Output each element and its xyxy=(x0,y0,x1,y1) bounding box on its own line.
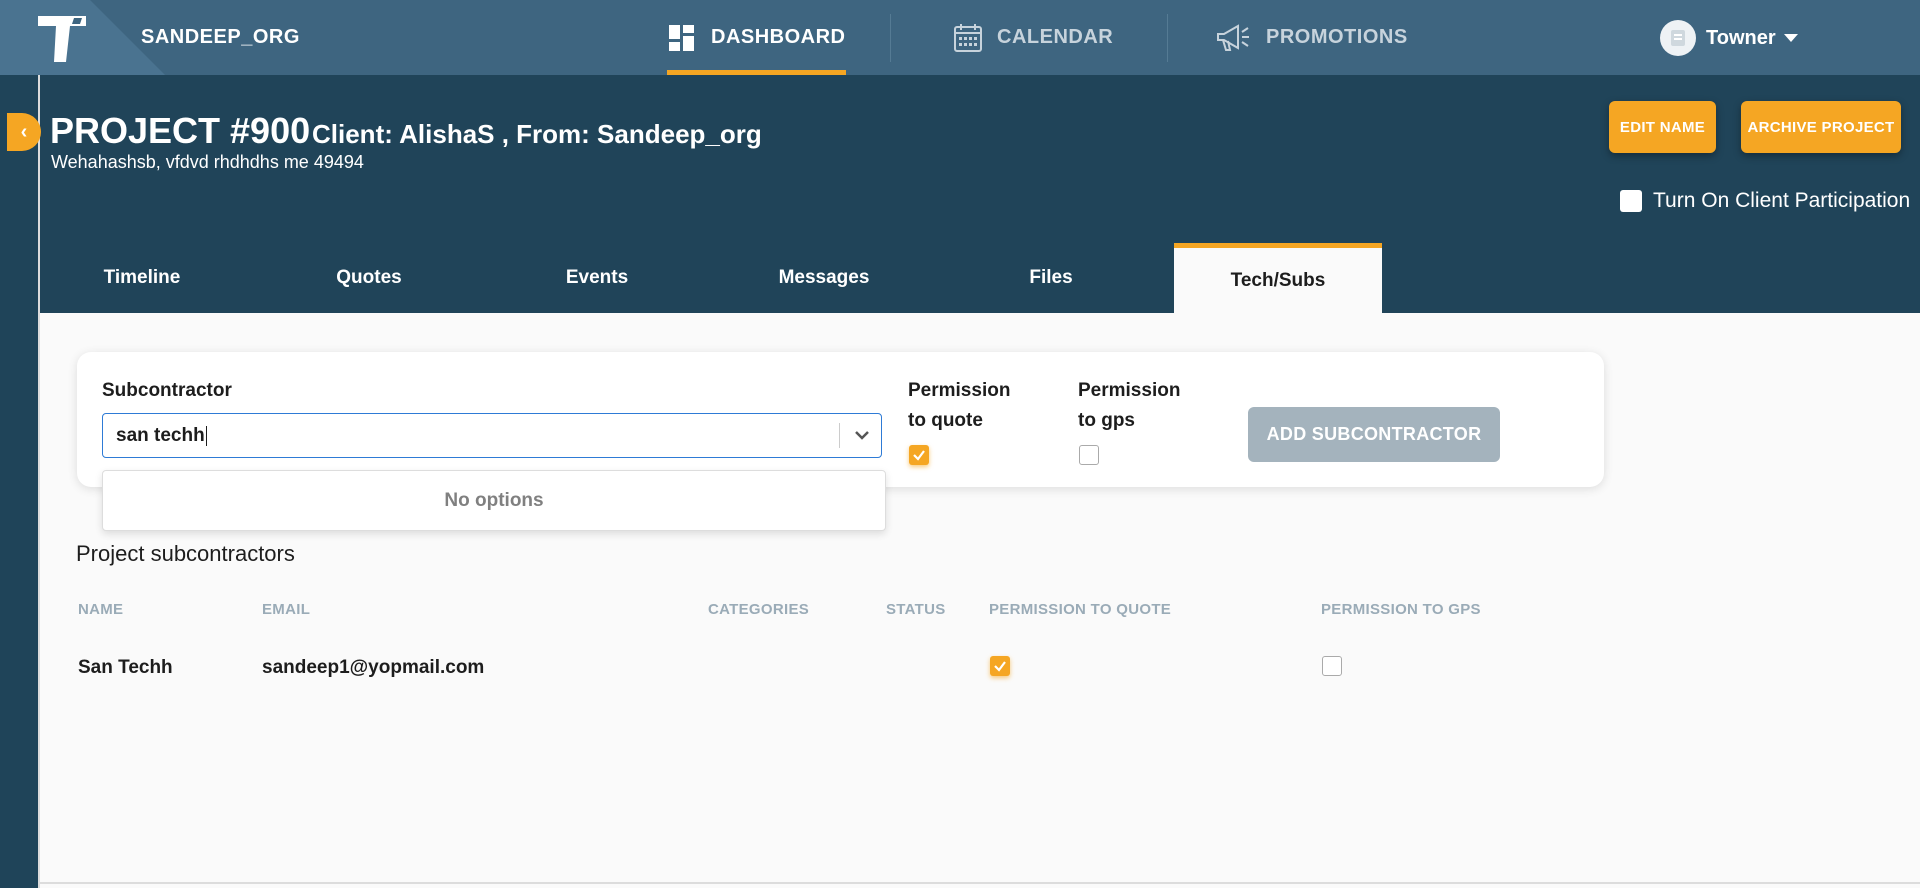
row-permission-quote-checkbox[interactable] xyxy=(990,656,1010,676)
nav-calendar-label: CALENDAR xyxy=(997,26,1114,48)
org-name[interactable]: SANDEEP_ORG xyxy=(141,26,300,49)
row-name: San Techh xyxy=(78,657,173,678)
nav-divider xyxy=(1167,14,1168,62)
column-header-permission-quote[interactable]: PERMISSION TO QUOTE xyxy=(989,601,1171,618)
nav-dashboard-label: DASHBOARD xyxy=(711,26,846,48)
subcontractor-select[interactable]: san techh xyxy=(102,413,882,458)
calendar-icon xyxy=(953,23,983,53)
tab-quotes[interactable]: Quotes xyxy=(265,243,473,313)
permission-gps-label-line1: Permission xyxy=(1078,380,1181,401)
t-logo-icon[interactable] xyxy=(36,12,88,64)
chevron-down-icon xyxy=(1783,34,1798,42)
project-address: Wehahashsb, vfdvd rhdhdhs me 49494 xyxy=(51,152,364,172)
nav-promotions[interactable]: PROMOTIONS xyxy=(1216,0,1408,75)
user-icon xyxy=(1671,30,1685,46)
column-header-email[interactable]: EMAIL xyxy=(262,601,310,618)
select-separator xyxy=(839,423,840,448)
avatar xyxy=(1660,20,1696,56)
client-participation-toggle[interactable]: Turn On Client Participation xyxy=(1620,189,1910,213)
bottom-divider xyxy=(40,882,1920,884)
chevron-left-icon: ‹ xyxy=(20,120,28,143)
checkmark-icon xyxy=(994,661,1006,672)
nav-divider xyxy=(890,14,891,62)
project-title: PROJECT #900 xyxy=(50,110,311,151)
left-rail xyxy=(0,75,38,888)
permission-quote-label-line2: to quote xyxy=(908,410,983,431)
tab-events[interactable]: Events xyxy=(493,243,701,313)
tab-files[interactable]: Files xyxy=(947,243,1155,313)
tab-messages[interactable]: Messages xyxy=(720,243,928,313)
text-cursor xyxy=(205,425,207,446)
nav-dashboard[interactable]: DASHBOARD xyxy=(667,0,846,75)
user-name: Towner xyxy=(1706,26,1776,49)
subcontractor-label: Subcontractor xyxy=(102,380,232,401)
column-header-name[interactable]: NAME xyxy=(78,601,123,618)
permission-gps-label: Permission to gps xyxy=(1078,376,1180,436)
user-menu[interactable]: Towner xyxy=(1660,20,1798,56)
no-options-text: No options xyxy=(444,489,544,511)
subcontractor-input-value: san techh xyxy=(116,425,205,446)
client-participation-label: Turn On Client Participation xyxy=(1653,189,1911,212)
chevron-down-icon[interactable] xyxy=(851,424,873,446)
add-subcontractor-button[interactable]: ADD SUBCONTRACTOR xyxy=(1248,407,1500,462)
nav-promotions-label: PROMOTIONS xyxy=(1266,26,1408,48)
row-permission-gps-checkbox[interactable] xyxy=(1322,656,1342,676)
permission-quote-checkbox[interactable] xyxy=(909,445,929,465)
nav-calendar[interactable]: CALENDAR xyxy=(953,0,1113,75)
client-participation-checkbox[interactable] xyxy=(1620,190,1642,212)
column-header-categories[interactable]: CATEGORIES xyxy=(708,601,809,618)
tab-tech-subs[interactable]: Tech/Subs xyxy=(1174,243,1382,313)
dashboard-icon xyxy=(667,23,697,53)
archive-project-button[interactable]: ARCHIVE PROJECT xyxy=(1741,101,1901,153)
row-email: sandeep1@yopmail.com xyxy=(262,657,485,678)
checkmark-icon xyxy=(913,450,925,461)
section-title: Project subcontractors xyxy=(76,541,295,566)
permission-quote-label-line1: Permission xyxy=(908,380,1011,401)
column-header-permission-gps[interactable]: PERMISSION TO GPS xyxy=(1321,601,1481,618)
column-header-status[interactable]: STATUS xyxy=(886,601,946,618)
permission-gps-checkbox[interactable] xyxy=(1079,445,1099,465)
subcontractor-input[interactable]: san techh xyxy=(116,425,207,447)
subcontractor-dropdown-menu: No options xyxy=(102,470,886,531)
megaphone-icon xyxy=(1216,23,1252,53)
permission-gps-label-line2: to gps xyxy=(1078,410,1135,431)
edit-name-button[interactable]: EDIT NAME xyxy=(1609,101,1716,153)
tab-timeline[interactable]: Timeline xyxy=(38,243,246,313)
top-nav: SANDEEP_ORG DASHBOARD CALENDAR PROMOTION… xyxy=(0,0,1920,75)
permission-quote-label: Permission to quote xyxy=(908,376,1010,436)
project-client-line: Client: AlishaS , From: Sandeep_org xyxy=(312,119,762,149)
